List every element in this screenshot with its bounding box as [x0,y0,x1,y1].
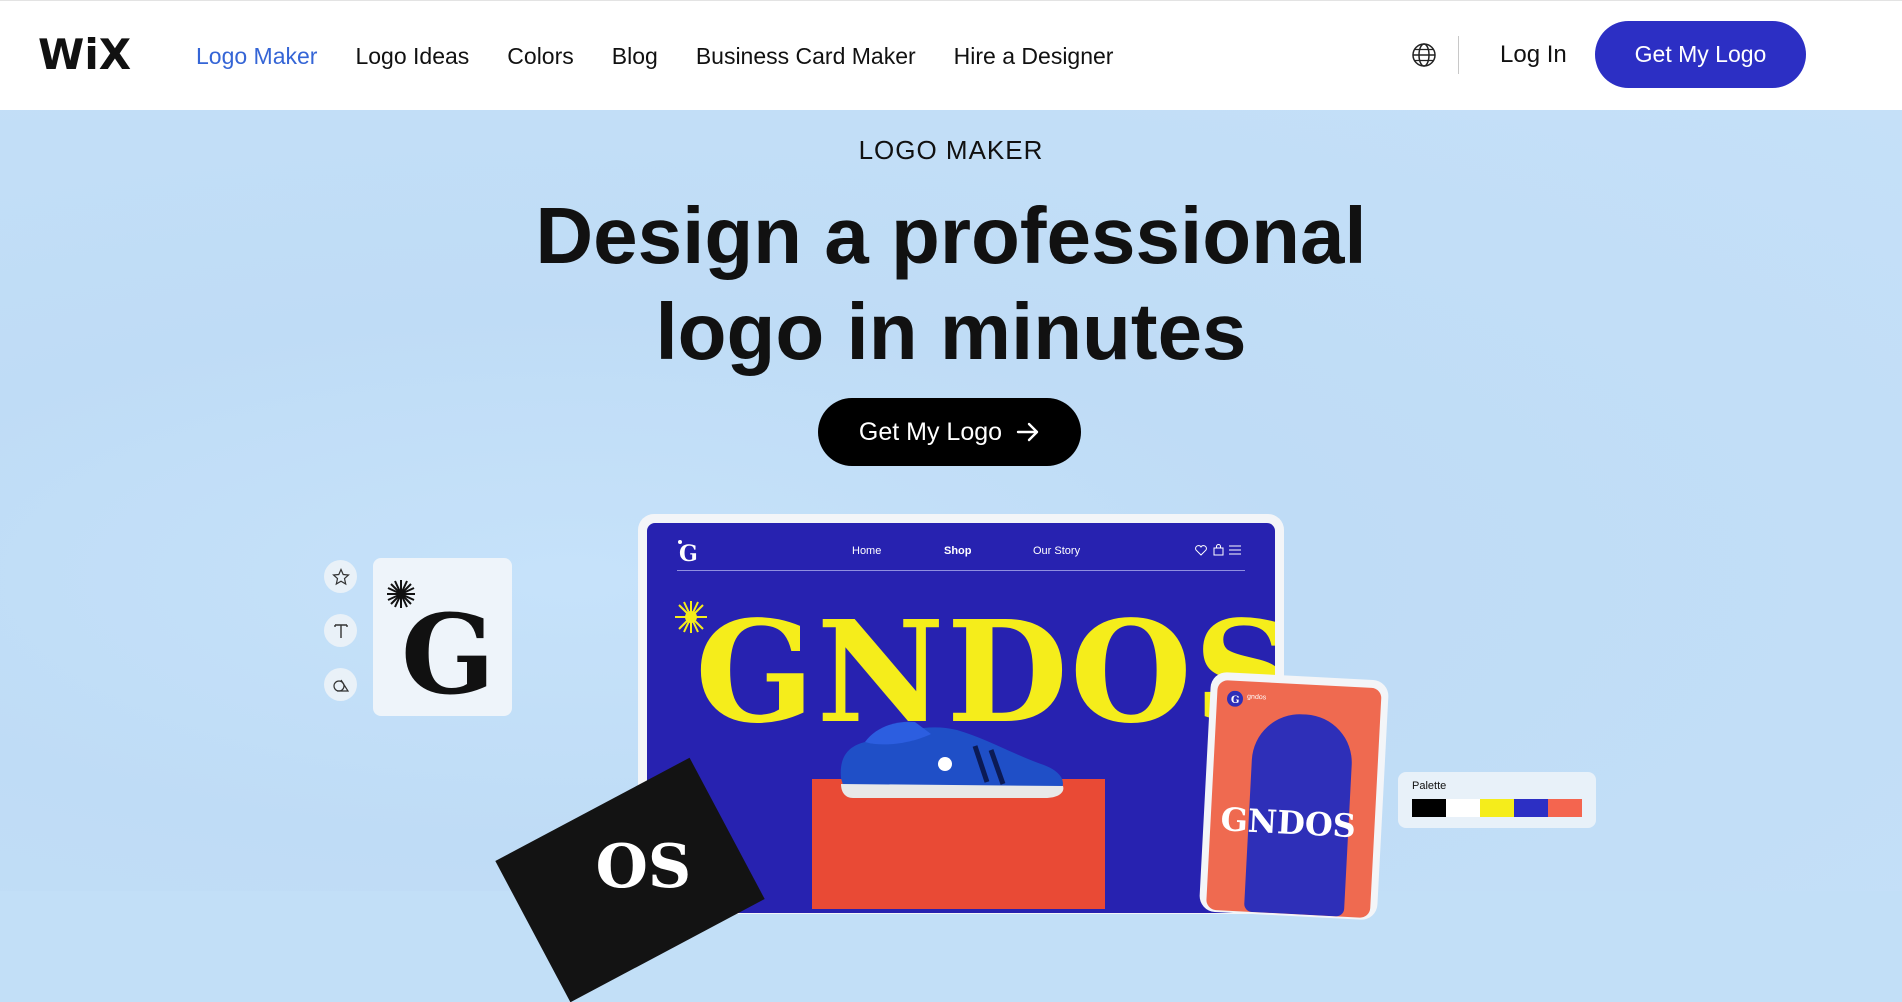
mock-site-nav: G Home Shop Our Story [647,523,1275,573]
shapes-icon[interactable] [324,668,357,701]
headline-line-2: logo in minutes [655,287,1247,376]
sneaker-image [840,721,1064,798]
swatch-black[interactable] [1412,799,1446,817]
swatch-white[interactable] [1446,799,1480,817]
mock-nav-shop: Shop [944,545,972,557]
svg-text:G: G [1231,695,1240,706]
get-my-logo-hero-button[interactable]: Get My Logo [818,398,1081,466]
star-icon[interactable] [324,560,357,593]
nav-logo-maker[interactable]: Logo Maker [196,43,317,70]
get-my-logo-header-button[interactable]: Get My Logo [1595,21,1806,88]
nav-business-card-maker[interactable]: Business Card Maker [696,43,916,70]
headline-line-1: Design a professional [535,191,1367,280]
hero-eyebrow: LOGO MAKER [858,135,1044,165]
business-card-text: OS [595,832,692,903]
hero-headline: Design a professional logo in minutes [0,188,1902,380]
wix-logo[interactable]: WiX [38,31,138,77]
header-divider [1458,36,1459,74]
svg-text:WiX: WiX [38,31,131,77]
nav-blog[interactable]: Blog [612,43,658,70]
palette-card[interactable]: Palette [1398,772,1596,828]
svg-text:G: G [679,541,698,565]
hero-cta-label: Get My Logo [858,417,1003,446]
mock-nav-divider [677,570,1245,571]
text-icon[interactable] [324,614,357,647]
palette-swatches [1412,799,1582,817]
phone-screen: G gndos GNDOS [1205,679,1382,919]
logo-preview-card[interactable]: G [373,558,512,719]
phone-brand: GNDOS [1219,800,1357,846]
palette-label: Palette [1412,780,1447,792]
heart-icon [1195,545,1207,556]
main-nav: Logo Maker Logo Ideas Colors Blog Busine… [196,1,1113,111]
menu-icon [1229,545,1241,555]
mock-site-logo: G [678,540,698,565]
phone-avatar: G [1227,690,1244,707]
swatch-coral[interactable] [1548,799,1582,817]
g-logo-mark: G [387,580,495,719]
phone-account-name: gndos [1246,693,1267,702]
nav-hire-a-designer[interactable]: Hire a Designer [954,43,1114,70]
phone-mockup: G gndos GNDOS [1198,671,1390,921]
svg-text:G: G [401,590,495,716]
bag-icon [1213,544,1224,556]
swatch-blue[interactable] [1514,799,1548,817]
mock-nav-our-story: Our Story [1033,545,1081,557]
mock-nav-home: Home [852,545,882,557]
globe-icon[interactable] [1411,42,1437,68]
arrow-right-icon [1016,422,1039,442]
swatch-yellow[interactable] [1480,799,1514,817]
top-navigation: WiX Logo Maker Logo Ideas Colors Blog Bu… [0,0,1902,110]
nav-logo-ideas[interactable]: Logo Ideas [355,43,469,70]
nav-colors[interactable]: Colors [507,43,573,70]
login-link[interactable]: Log In [1500,41,1567,69]
